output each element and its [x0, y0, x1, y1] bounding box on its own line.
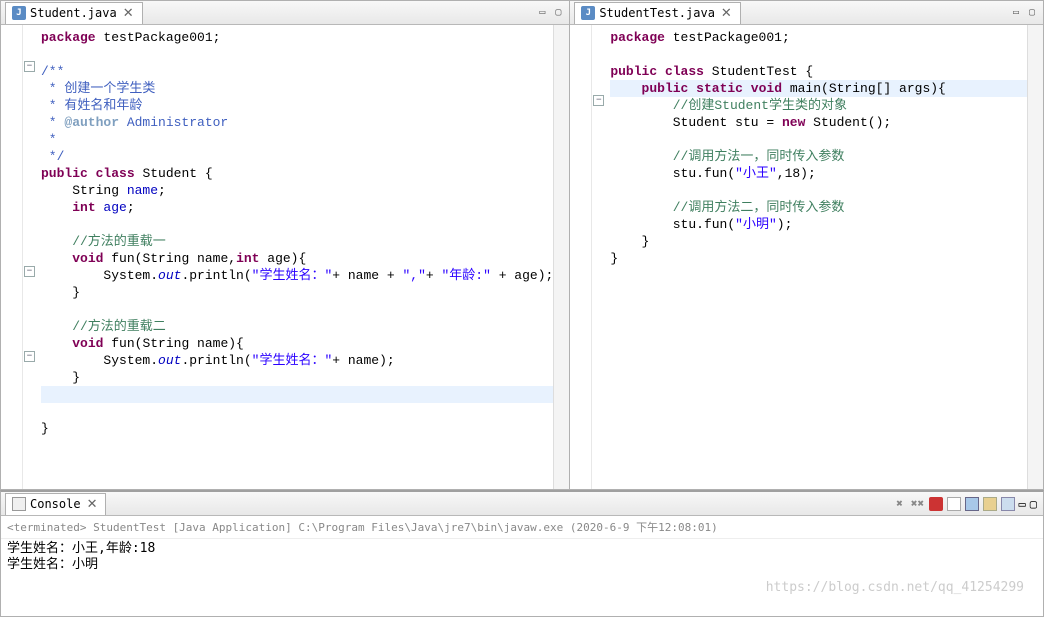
scroll-lock-icon[interactable]: [965, 497, 979, 511]
java-file-icon: [581, 6, 595, 20]
console-line: 学生姓名：小明: [7, 557, 1037, 573]
console-tab-label: Console: [30, 497, 81, 511]
console-panel: Console ✕ ✖ ✖✖ ▭ ▢ <terminated> StudentT…: [0, 490, 1044, 617]
tab-student-java[interactable]: Student.java ✕: [5, 2, 143, 24]
maximize-icon[interactable]: ▢: [1030, 497, 1037, 511]
watermark-text: https://blog.csdn.net/qq_41254299: [766, 580, 1024, 595]
fold-toggle-icon[interactable]: −: [593, 95, 604, 106]
minimize-icon[interactable]: ▭: [1019, 497, 1026, 511]
scrollbar-right[interactable]: [1027, 25, 1043, 489]
code-right[interactable]: package testPackage001; public class Stu…: [606, 25, 1027, 489]
close-tab-icon[interactable]: ✕: [719, 5, 734, 21]
clear-console-icon[interactable]: [947, 497, 961, 511]
console-tab-bar: Console ✕ ✖ ✖✖ ▭ ▢: [1, 492, 1043, 516]
console-line: 学生姓名：小王,年龄:18: [7, 541, 1037, 557]
editor-right: StudentTest.java ✕ ▭ ▢ − package testPac…: [569, 0, 1044, 490]
fold-toggle-icon[interactable]: −: [24, 351, 35, 362]
console-launch-info: <terminated> StudentTest [Java Applicati…: [1, 516, 1043, 539]
gutter-right: [570, 25, 592, 489]
tab-label: StudentTest.java: [599, 6, 715, 20]
terminate-icon[interactable]: [929, 497, 943, 511]
close-tab-icon[interactable]: ✕: [85, 496, 100, 512]
code-left[interactable]: package testPackage001; /** * 创建一个学生类 * …: [37, 25, 553, 489]
remove-launch-icon[interactable]: ✖: [893, 497, 907, 511]
console-tab[interactable]: Console ✕: [5, 493, 106, 515]
maximize-icon[interactable]: ▢: [551, 6, 565, 20]
close-tab-icon[interactable]: ✕: [121, 5, 136, 21]
pin-console-icon[interactable]: [983, 497, 997, 511]
display-selected-icon[interactable]: [1001, 497, 1015, 511]
editor-body-left: − − − package testPackage001; /** * 创建一个…: [1, 25, 569, 489]
tab-bar-left: Student.java ✕ ▭ ▢: [1, 1, 569, 25]
console-toolbar: ✖ ✖✖ ▭ ▢: [893, 497, 1037, 511]
remove-all-icon[interactable]: ✖✖: [911, 497, 925, 511]
editor-body-right: − package testPackage001; public class S…: [570, 25, 1043, 489]
editors-area: Student.java ✕ ▭ ▢ − − − package testPac…: [0, 0, 1044, 490]
scrollbar-left[interactable]: [553, 25, 569, 489]
minimize-icon[interactable]: ▭: [535, 6, 549, 20]
java-file-icon: [12, 6, 26, 20]
tab-controls-left: ▭ ▢: [535, 6, 565, 20]
tab-studenttest-java[interactable]: StudentTest.java ✕: [574, 2, 741, 24]
fold-toggle-icon[interactable]: −: [24, 61, 35, 72]
minimize-icon[interactable]: ▭: [1009, 6, 1023, 20]
fold-marks-right: −: [592, 25, 606, 489]
editor-left: Student.java ✕ ▭ ▢ − − − package testPac…: [0, 0, 569, 490]
console-output[interactable]: 学生姓名：小王,年龄:18 学生姓名：小明: [1, 539, 1043, 575]
workspace: Student.java ✕ ▭ ▢ − − − package testPac…: [0, 0, 1044, 617]
fold-marks-left: − − −: [23, 25, 37, 489]
tab-label: Student.java: [30, 6, 117, 20]
console-icon: [12, 497, 26, 511]
maximize-icon[interactable]: ▢: [1025, 6, 1039, 20]
cursor-line: [41, 386, 553, 403]
fold-toggle-icon[interactable]: −: [24, 266, 35, 277]
highlighted-line: public static void main(String[] args){: [610, 80, 1027, 97]
tab-bar-right: StudentTest.java ✕ ▭ ▢: [570, 1, 1043, 25]
tab-controls-right: ▭ ▢: [1009, 6, 1039, 20]
gutter-left: [1, 25, 23, 489]
